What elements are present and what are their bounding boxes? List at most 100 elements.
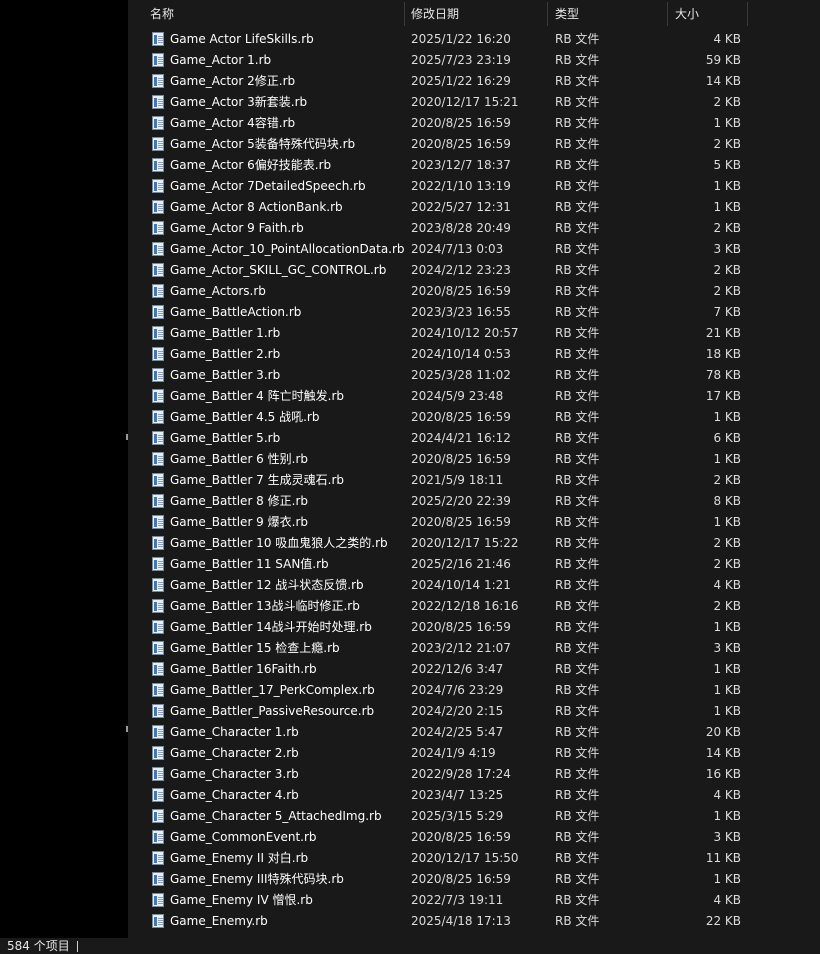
file-modified-date: 2024/5/9 23:48 (411, 389, 504, 403)
file-row[interactable]: Game_Battler 3.rb 2025/3/28 11:02 RB 文件 78 … (128, 365, 820, 386)
file-row[interactable]: Game_CommonEvent.rb 2020/8/25 16:59 RB 文件 3… (128, 827, 820, 848)
column-divider[interactable] (547, 2, 548, 26)
file-row[interactable]: Game_Battler_PassiveResource.rb 2024/2/20… (128, 701, 820, 722)
ruby-script-file-icon (152, 263, 164, 277)
file-row[interactable]: Game_Battler 16Faith.rb 2022/12/6 3:47 RB … (128, 659, 820, 680)
file-row[interactable]: Game Actor LifeSkills.rb 2025/1/22 16:20 R… (128, 29, 820, 50)
file-row[interactable]: Game_Actor 2修正.rb 2025/1/22 16:29 RB 文件 14 … (128, 71, 820, 92)
file-row[interactable]: Game_Enemy IV 憎恨.rb 2022/7/3 19:11 RB 文件 4 … (128, 890, 820, 911)
file-row[interactable]: Game_Battler 11 SAN值.rb 2025/2/16 21:46 RB… (128, 554, 820, 575)
file-type: RB 文件 (555, 725, 600, 739)
file-row[interactable]: Game_Battler 13战斗临时修正.rb 2022/12/18 16:16… (128, 596, 820, 617)
file-size: 1 KB (713, 116, 741, 130)
file-row[interactable]: Game_Battler 8 修正.rb 2025/2/20 22:39 RB 文件… (128, 491, 820, 512)
ruby-script-file-icon (152, 137, 164, 151)
file-type: RB 文件 (555, 326, 600, 340)
file-row[interactable]: Game_Actor 8 ActionBank.rb 2022/5/27 12:3… (128, 197, 820, 218)
file-modified-date: 2020/8/25 16:59 (411, 284, 511, 298)
file-row[interactable]: Game_Battler 4.5 战吼.rb 2020/8/25 16:59 RB … (128, 407, 820, 428)
file-size: 14 KB (705, 74, 741, 88)
file-type: RB 文件 (555, 158, 600, 172)
file-list-pane[interactable]: 名称 修改日期 类型 大小 Game Actor LifeSkills.rb 20… (128, 0, 820, 938)
file-row[interactable]: Game_Enemy.rb 2025/4/18 17:13 RB 文件 22 KB (128, 911, 820, 932)
file-row[interactable]: Game_Battler 12 战斗状态反馈.rb 2024/10/14 1:21… (128, 575, 820, 596)
file-name: Game_Actor 8 ActionBank.rb (170, 200, 343, 214)
file-name: Game_Actor_SKILL_GC_CONTROL.rb (170, 263, 387, 277)
file-type: RB 文件 (555, 53, 600, 67)
file-row[interactable]: Game_Battler_17_PerkComplex.rb 2024/7/6 2… (128, 680, 820, 701)
ruby-script-file-icon (152, 641, 164, 655)
column-header-size[interactable]: 大小 (669, 0, 747, 28)
ruby-script-file-icon (152, 452, 164, 466)
file-row[interactable]: Game_Actor 1.rb 2025/7/23 23:19 RB 文件 59 KB (128, 50, 820, 71)
file-row[interactable]: Game_Actors.rb 2020/8/25 16:59 RB 文件 2 KB (128, 281, 820, 302)
column-divider[interactable] (747, 2, 748, 26)
file-modified-date: 2023/8/28 20:49 (411, 221, 511, 235)
file-modified-date: 2020/8/25 16:59 (411, 410, 511, 424)
file-type: RB 文件 (555, 872, 600, 886)
file-name: Game_BattleAction.rb (170, 305, 302, 319)
file-modified-date: 2024/10/14 0:53 (411, 347, 511, 361)
file-name: Game_Character 1.rb (170, 725, 299, 739)
file-size: 2 KB (713, 536, 741, 550)
file-modified-date: 2024/2/12 23:23 (411, 263, 511, 277)
file-row[interactable]: Game_Battler 10 吸血鬼狼人之类的.rb 2020/12/17 15… (128, 533, 820, 554)
file-row[interactable]: Game_Actor_SKILL_GC_CONTROL.rb 2024/2/12 … (128, 260, 820, 281)
file-type: RB 文件 (555, 536, 600, 550)
file-name: Game_Battler 11 SAN值.rb (170, 557, 329, 571)
file-size: 1 KB (713, 872, 741, 886)
file-row[interactable]: Game_Battler 6 性别.rb 2020/8/25 16:59 RB 文件… (128, 449, 820, 470)
column-header-type[interactable]: 类型 (549, 0, 667, 28)
file-row[interactable]: Game_Battler 1.rb 2024/10/12 20:57 RB 文件 21… (128, 323, 820, 344)
file-row[interactable]: Game_Actor 3新套装.rb 2020/12/17 15:21 RB 文件 2… (128, 92, 820, 113)
file-row[interactable]: Game_Enemy III特殊代码块.rb 2020/8/25 16:59 RB … (128, 869, 820, 890)
file-row[interactable]: Game_Battler 14战斗开始时处理.rb 2020/8/25 16:59… (128, 617, 820, 638)
file-type: RB 文件 (555, 221, 600, 235)
file-type: RB 文件 (555, 830, 600, 844)
file-type: RB 文件 (555, 116, 600, 130)
file-row[interactable]: Game_Actor_10_PointAllocationData.rb 2024… (128, 239, 820, 260)
file-row[interactable]: Game_Actor 7DetailedSpeech.rb 2022/1/10 1… (128, 176, 820, 197)
file-row[interactable]: Game_Actor 6偏好技能表.rb 2023/12/7 18:37 RB 文件… (128, 155, 820, 176)
column-header-date[interactable]: 修改日期 (405, 0, 547, 28)
file-modified-date: 2025/1/22 16:29 (411, 74, 511, 88)
file-type: RB 文件 (555, 74, 600, 88)
file-name: Game_Enemy III特殊代码块.rb (170, 872, 344, 886)
file-row[interactable]: Game_Actor 9 Faith.rb 2023/8/28 20:49 RB 文… (128, 218, 820, 239)
file-name: Game_Enemy.rb (170, 914, 268, 928)
file-row[interactable]: Game_Battler 4 阵亡时触发.rb 2024/5/9 23:48 RB … (128, 386, 820, 407)
file-row[interactable]: Game_Battler 15 检查上瘾.rb 2023/2/12 21:07 RB… (128, 638, 820, 659)
file-name: Game_Actor 6偏好技能表.rb (170, 158, 332, 172)
file-row[interactable]: Game_Character 1.rb 2024/2/25 5:47 RB 文件 20… (128, 722, 820, 743)
column-header-name[interactable]: 名称 (144, 0, 404, 28)
file-type: RB 文件 (555, 452, 600, 466)
file-name: Game_Actor 2修正.rb (170, 74, 296, 88)
item-count-label: 584 个项目 (7, 939, 70, 953)
file-row[interactable]: Game_Actor 4容错.rb 2020/8/25 16:59 RB 文件 1 K… (128, 113, 820, 134)
file-name: Game_Battler 2.rb (170, 347, 281, 361)
ruby-script-file-icon (152, 893, 164, 907)
file-name: Game_Actor_10_PointAllocationData.rb (170, 242, 405, 256)
file-modified-date: 2025/3/28 11:02 (411, 368, 511, 382)
file-row[interactable]: Game_Battler 9 爆衣.rb 2020/8/25 16:59 RB 文件… (128, 512, 820, 533)
file-row[interactable]: Game_Enemy II 对白.rb 2020/12/17 15:50 RB 文件… (128, 848, 820, 869)
file-row[interactable]: Game_Actor 5装备特殊代码块.rb 2020/8/25 16:59 RB … (128, 134, 820, 155)
file-modified-date: 2020/12/17 15:21 (411, 95, 519, 109)
file-row[interactable]: Game_Character 3.rb 2022/9/28 17:24 RB 文件 1… (128, 764, 820, 785)
file-row[interactable]: Game_Character 5_AttachedImg.rb 2025/3/15… (128, 806, 820, 827)
file-size: 1 KB (713, 179, 741, 193)
navigation-pane[interactable] (0, 0, 128, 938)
file-row[interactable]: Game_BattleAction.rb 2023/3/23 16:55 RB 文件… (128, 302, 820, 323)
file-type: RB 文件 (555, 746, 600, 760)
file-row[interactable]: Game_Battler 5.rb 2024/4/21 16:12 RB 文件 6 K… (128, 428, 820, 449)
column-divider[interactable] (667, 2, 668, 26)
file-row[interactable]: Game_Battler 2.rb 2024/10/14 0:53 RB 文件 18 … (128, 344, 820, 365)
file-row[interactable]: Game_Character 2.rb 2024/1/9 4:19 RB 文件 14 … (128, 743, 820, 764)
file-name: Game_Battler 16Faith.rb (170, 662, 317, 676)
file-size: 1 KB (713, 410, 741, 424)
file-name: Game_Actor 3新套装.rb (170, 95, 308, 109)
file-explorer-window: 名称 修改日期 类型 大小 Game Actor LifeSkills.rb 20… (0, 0, 820, 954)
file-size: 59 KB (705, 53, 741, 67)
file-row[interactable]: Game_Battler 7 生成灵魂石.rb 2021/5/9 18:11 RB … (128, 470, 820, 491)
file-row[interactable]: Game_Character 4.rb 2023/4/7 13:25 RB 文件 4 … (128, 785, 820, 806)
